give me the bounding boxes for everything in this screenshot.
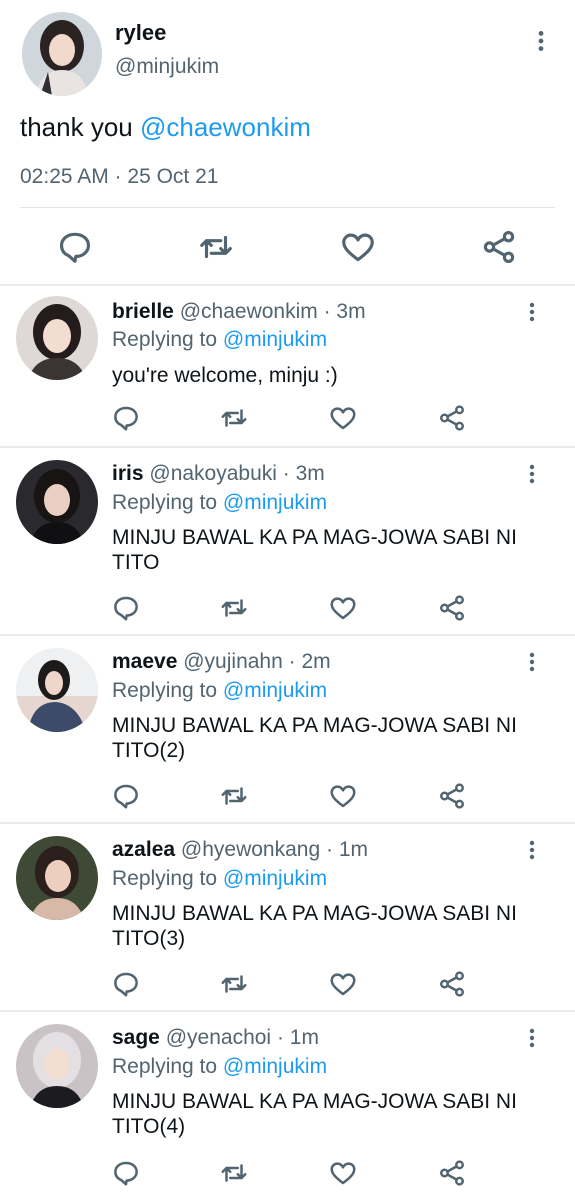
tweet-timestamp: 02:25 AM · 25 Oct 21 (20, 165, 219, 188)
mention-link[interactable]: @minjukim (223, 1055, 327, 1078)
divider (20, 207, 555, 208)
reply-tweet[interactable]: azalea @hyewonkang · 1m Replying to @min… (0, 822, 575, 1010)
share-icon[interactable] (437, 403, 467, 433)
retweet-icon[interactable] (197, 228, 235, 266)
reply-icon[interactable] (56, 228, 94, 266)
replying-label: Replying to (112, 1055, 218, 1078)
reply-time: · 3m (282, 462, 325, 485)
avatar[interactable] (16, 296, 98, 380)
mention-link[interactable]: @minjukim (223, 679, 327, 702)
retweet-icon[interactable] (219, 403, 249, 433)
avatar[interactable] (16, 836, 98, 920)
like-icon[interactable] (328, 969, 358, 999)
reply-header: azalea @hyewonkang · 1m (112, 838, 368, 862)
reply-time: · 2m (288, 650, 331, 673)
user-handle[interactable]: @yujinahn (183, 650, 283, 673)
reply-text: MINJU BAWAL KA PA MAG-JOWA SABI NI TITO(… (112, 1090, 517, 1138)
display-name[interactable]: brielle (112, 300, 174, 323)
replying-label: Replying to (112, 328, 218, 351)
reply-header: iris @nakoyabuki · 3m (112, 462, 325, 486)
reply-header: maeve @yujinahn · 2m (112, 650, 331, 674)
share-icon[interactable] (437, 969, 467, 999)
share-icon[interactable] (437, 781, 467, 811)
replying-to-line: Replying to @minjukim (112, 1055, 327, 1079)
reply-tweet[interactable]: brielle @chaewonkim · 3m Replying to @mi… (0, 284, 575, 446)
replying-label: Replying to (112, 867, 218, 890)
like-icon[interactable] (339, 228, 377, 266)
like-icon[interactable] (328, 1158, 358, 1188)
like-icon[interactable] (328, 781, 358, 811)
share-icon[interactable] (437, 593, 467, 623)
more-options-icon[interactable] (520, 838, 544, 862)
avatar[interactable] (22, 12, 102, 96)
display-name[interactable]: rylee (115, 20, 166, 46)
mention-link[interactable]: @minjukim (223, 491, 327, 514)
more-options-icon[interactable] (528, 28, 554, 54)
retweet-icon[interactable] (219, 1158, 249, 1188)
display-name[interactable]: iris (112, 462, 144, 485)
user-handle[interactable]: @chaewonkim (180, 300, 318, 323)
share-icon[interactable] (480, 228, 518, 266)
reply-icon[interactable] (111, 969, 141, 999)
reply-time: · 1m (326, 838, 368, 861)
avatar[interactable] (16, 460, 98, 544)
display-name[interactable]: sage (112, 1026, 160, 1049)
tweet-text-prefix: thank you (20, 112, 140, 142)
user-handle[interactable]: @minjukim (115, 55, 219, 79)
more-options-icon[interactable] (520, 650, 544, 674)
reply-tweet[interactable]: iris @nakoyabuki · 3m Replying to @minju… (0, 446, 575, 634)
reply-icon[interactable] (111, 1158, 141, 1188)
avatar[interactable] (16, 648, 98, 732)
replying-label: Replying to (112, 491, 218, 514)
reply-text: MINJU BAWAL KA PA MAG-JOWA SABI NI TITO (112, 526, 517, 574)
reply-time: · 1m (276, 1026, 319, 1049)
share-icon[interactable] (437, 1158, 467, 1188)
avatar[interactable] (16, 1024, 98, 1108)
reply-icon[interactable] (111, 593, 141, 623)
reply-tweet[interactable]: sage @yenachoi · 1m Replying to @minjuki… (0, 1010, 575, 1200)
tweet-text: thank you @chaewonkim (20, 111, 311, 143)
replying-to-line: Replying to @minjukim (112, 328, 327, 352)
mention-link[interactable]: @minjukim (223, 867, 327, 890)
reply-text: you're welcome, minju :) (112, 364, 338, 387)
replying-label: Replying to (112, 679, 218, 702)
reply-icon[interactable] (111, 403, 141, 433)
reply-time: · 3m (323, 300, 366, 323)
reply-text: MINJU BAWAL KA PA MAG-JOWA SABI NI TITO(… (112, 714, 517, 762)
replying-to-line: Replying to @minjukim (112, 679, 327, 703)
reply-text: MINJU BAWAL KA PA MAG-JOWA SABI NI TITO(… (112, 902, 517, 950)
display-name[interactable]: azalea (112, 838, 175, 861)
replying-to-line: Replying to @minjukim (112, 867, 327, 891)
user-handle[interactable]: @yenachoi (166, 1026, 271, 1049)
mention-link[interactable]: @minjukim (223, 328, 327, 351)
like-icon[interactable] (328, 403, 358, 433)
reply-header: brielle @chaewonkim · 3m (112, 300, 366, 324)
main-tweet: rylee @minjukim thank you @chaewonkim 02… (0, 0, 575, 284)
like-icon[interactable] (328, 593, 358, 623)
retweet-icon[interactable] (219, 969, 249, 999)
more-options-icon[interactable] (520, 462, 544, 486)
reply-icon[interactable] (111, 781, 141, 811)
more-options-icon[interactable] (520, 300, 544, 324)
user-handle[interactable]: @nakoyabuki (149, 462, 277, 485)
display-name[interactable]: maeve (112, 650, 177, 673)
retweet-icon[interactable] (219, 593, 249, 623)
retweet-icon[interactable] (219, 781, 249, 811)
more-options-icon[interactable] (520, 1026, 544, 1050)
reply-header: sage @yenachoi · 1m (112, 1026, 319, 1050)
replying-to-line: Replying to @minjukim (112, 491, 327, 515)
user-handle[interactable]: @hyewonkang (181, 838, 320, 861)
mention-link[interactable]: @chaewonkim (140, 112, 311, 142)
reply-tweet[interactable]: maeve @yujinahn · 2m Replying to @minjuk… (0, 634, 575, 822)
